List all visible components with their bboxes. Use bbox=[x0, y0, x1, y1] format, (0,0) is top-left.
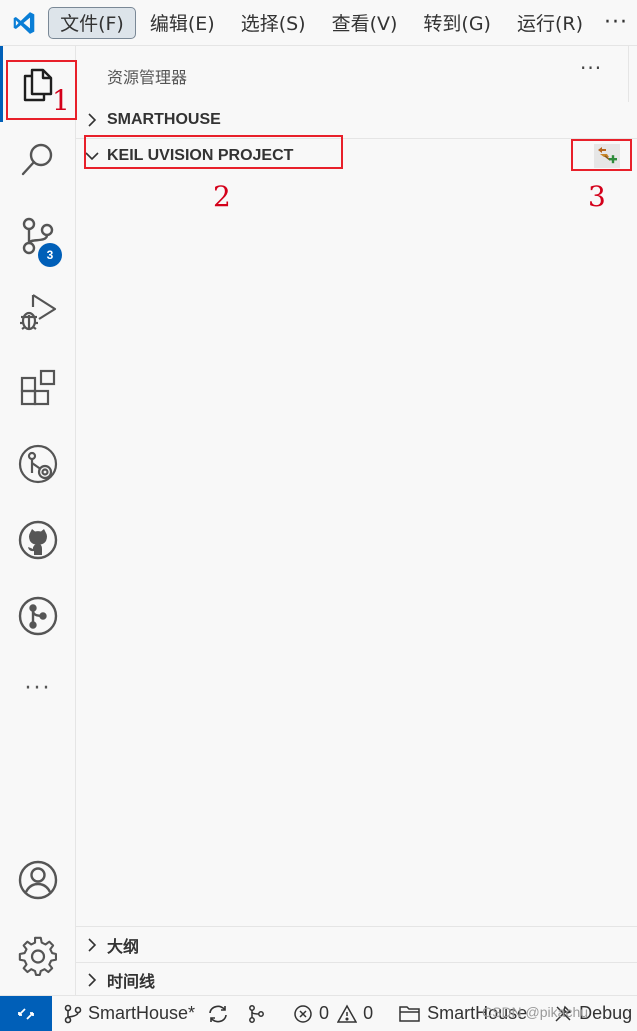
status-branch[interactable]: SmartHouse* bbox=[64, 1003, 195, 1024]
annotation-box-2 bbox=[84, 135, 343, 169]
status-problems[interactable]: 0 0 bbox=[293, 1003, 373, 1024]
chevron-right-icon bbox=[76, 938, 107, 952]
error-count: 0 bbox=[319, 1003, 330, 1023]
git-graph-icon bbox=[18, 444, 58, 484]
more-icon: ··· bbox=[24, 675, 52, 701]
settings-gear-icon bbox=[18, 936, 57, 976]
section-outline[interactable]: 大纲 bbox=[76, 927, 637, 963]
chevron-right-icon bbox=[76, 113, 107, 127]
git-compare-icon bbox=[249, 1004, 264, 1023]
activity-git-graph[interactable] bbox=[0, 426, 76, 502]
editor-border bbox=[628, 46, 629, 102]
run-debug-icon bbox=[20, 294, 57, 331]
warning-icon bbox=[337, 1003, 358, 1023]
github-icon bbox=[18, 520, 58, 560]
activity-run-debug[interactable] bbox=[0, 274, 76, 350]
menu-file[interactable]: 文件(F) bbox=[48, 6, 136, 39]
menu-view[interactable]: 查看(V) bbox=[320, 7, 410, 39]
menu-run[interactable]: 运行(R) bbox=[505, 7, 595, 39]
activity-more-button[interactable]: ··· bbox=[0, 650, 76, 726]
remote-icon bbox=[18, 1007, 34, 1020]
chevron-right-icon bbox=[76, 973, 107, 987]
activity-github[interactable] bbox=[0, 502, 76, 578]
vscode-window: 文件(F) 编辑(E) 选择(S) 查看(V) 转到(G) 运行(R) ··· bbox=[0, 0, 637, 1031]
annotation-number-2: 2 bbox=[213, 180, 231, 213]
menu-edit[interactable]: 编辑(E) bbox=[138, 7, 227, 39]
activity-search[interactable] bbox=[0, 122, 76, 198]
folder-icon bbox=[399, 1005, 420, 1022]
git-branch-icon bbox=[18, 596, 58, 636]
error-icon bbox=[294, 1004, 312, 1023]
search-icon bbox=[21, 143, 53, 176]
activity-extensions[interactable] bbox=[0, 350, 76, 426]
status-sync[interactable] bbox=[207, 1004, 235, 1024]
section-timeline[interactable]: 时间线 bbox=[76, 962, 637, 998]
section-label: 时间线 bbox=[107, 974, 156, 991]
menu-go[interactable]: 转到(G) bbox=[411, 7, 503, 39]
watermark: CSDN @pikachu bbox=[482, 1004, 589, 1020]
status-git-graph[interactable] bbox=[247, 1004, 273, 1024]
activity-accounts[interactable] bbox=[0, 842, 76, 918]
section-label: SMARTHOUSE bbox=[107, 111, 221, 128]
activity-manage[interactable] bbox=[0, 918, 76, 994]
source-control-badge: 3 bbox=[38, 243, 62, 267]
explorer-sidebar: 资源管理器 ··· SMARTHOUSE KEIL UVISION PROJEC… bbox=[76, 46, 637, 995]
section-smarthouse[interactable]: SMARTHOUSE bbox=[76, 102, 637, 138]
warning-count: 0 bbox=[363, 1003, 374, 1023]
section-label: 大纲 bbox=[107, 939, 140, 956]
activity-git-branch[interactable] bbox=[0, 578, 76, 654]
menu-selection[interactable]: 选择(S) bbox=[229, 7, 318, 39]
sidebar-more-button[interactable]: ··· bbox=[580, 56, 602, 80]
remote-button[interactable] bbox=[0, 996, 52, 1031]
sync-icon bbox=[209, 1005, 227, 1022]
annotation-number-1: 1 bbox=[52, 84, 70, 117]
annotation-number-3: 3 bbox=[588, 180, 606, 213]
account-icon bbox=[18, 860, 58, 900]
annotation-box-3 bbox=[571, 139, 632, 171]
activity-source-control[interactable]: 3 bbox=[0, 198, 76, 274]
menu-more-button[interactable]: ··· bbox=[597, 7, 635, 39]
sidebar-title: 资源管理器 bbox=[107, 68, 188, 87]
git-branch-icon bbox=[64, 1004, 82, 1023]
vscode-logo-icon bbox=[0, 0, 48, 46]
branch-name: SmartHouse* bbox=[88, 1003, 196, 1023]
activity-bar: 3 ··· bbox=[0, 46, 76, 995]
extensions-icon bbox=[20, 369, 56, 406]
menu-bar: 文件(F) 编辑(E) 选择(S) 查看(V) 转到(G) 运行(R) ··· bbox=[0, 0, 637, 46]
